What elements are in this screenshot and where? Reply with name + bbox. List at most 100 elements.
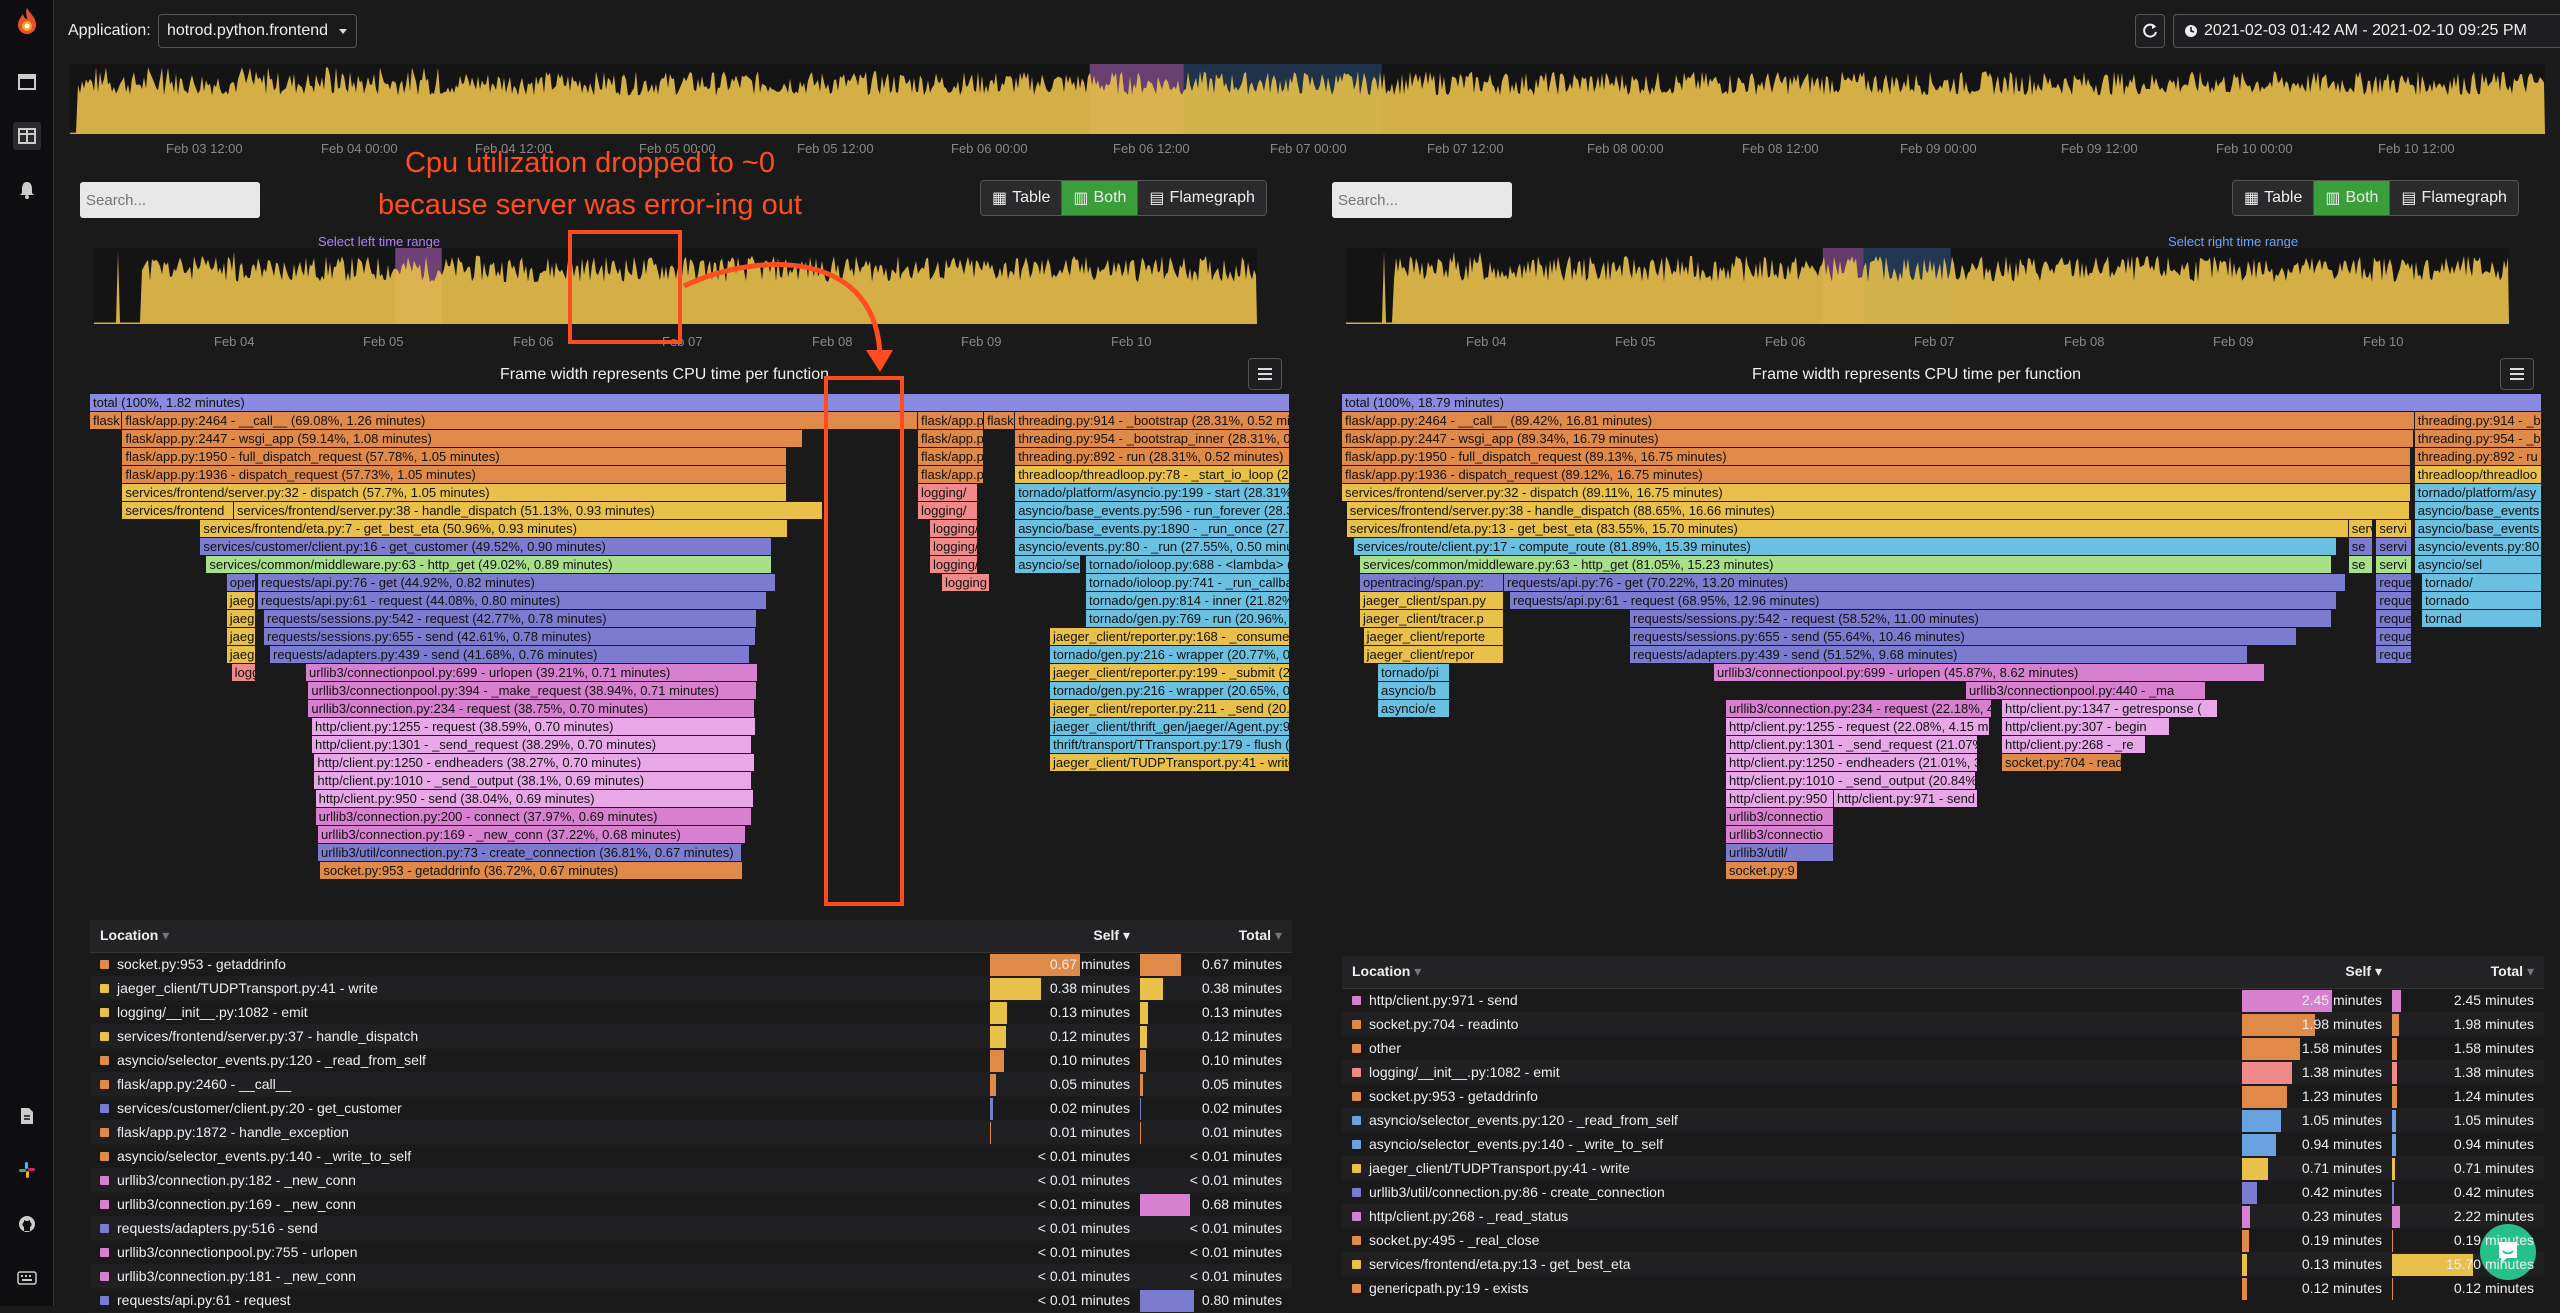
left-search-input[interactable] — [80, 182, 260, 218]
flame-frame[interactable]: logging — [942, 574, 990, 591]
flame-frame[interactable]: jaeg — [226, 628, 256, 645]
flame-frame[interactable]: services/frontend/server.py:32 - dispatc… — [1342, 484, 2412, 501]
right-table-button[interactable]: ▦ Table — [2233, 181, 2315, 215]
flame-frame[interactable]: reque — [2376, 646, 2413, 663]
table-row[interactable]: genericpath.py:19 - exists 0.12 minutes 0.… — [1342, 1276, 2544, 1301]
flame-frame[interactable]: jaeg — [226, 610, 256, 627]
flame-frame[interactable]: tornado/gen.py:216 - wrapper (20.77%, 0.… — [1050, 646, 1290, 663]
flame-frame[interactable]: services/route/client.py:17 - compute_ro… — [1354, 538, 2337, 555]
flame-frame[interactable]: logging/ — [918, 502, 978, 519]
document-icon[interactable] — [13, 1102, 41, 1130]
flame-frame[interactable]: flask/app.py — [918, 430, 984, 447]
total-header[interactable]: Total ▾ — [1140, 920, 1292, 953]
flame-frame[interactable]: threading.py:892 - ru — [2414, 448, 2542, 465]
flame-frame[interactable]: flask/app.py:2447 - wsgi_app (59.14%, 1.… — [122, 430, 803, 447]
flame-frame[interactable]: loggi — [231, 664, 256, 681]
flame-frame[interactable]: services/frontend/eta.py:7 - get_best_et… — [200, 520, 789, 537]
flame-frame[interactable]: threading.py:914 - _b — [2414, 412, 2542, 429]
flame-frame[interactable]: requests/adapters.py:439 - send (41.68%,… — [270, 646, 750, 663]
flame-frame[interactable]: http/client.py:1347 - getresponse ( — [2002, 700, 2218, 717]
flame-frame[interactable]: jaeger_client/reporter.py:168 - _consume… — [1050, 628, 1290, 645]
table-row[interactable]: urllib3/util/connection.py:86 - create_c… — [1342, 1180, 2544, 1205]
flame-frame[interactable]: asyncio/base_events.py:596 - run_forever… — [1015, 502, 1290, 519]
table-row[interactable]: services/frontend/eta.py:13 - get_best_e… — [1342, 1252, 2544, 1277]
flame-frame[interactable]: urllib3/connectionpool.py:699 - urlopen … — [1714, 664, 2265, 681]
table-row[interactable]: jaeger_client/TUDPTransport.py:41 - writ… — [90, 976, 1292, 1001]
left-menu-button[interactable] — [1248, 358, 1282, 390]
flame-frame[interactable]: servi — [2376, 538, 2413, 555]
flame-frame[interactable]: urllib3/connectionpool.py:394 - _make_re… — [308, 682, 758, 699]
keyboard-icon[interactable] — [13, 1264, 41, 1292]
flame-frame[interactable]: jaeger_client/repor — [1363, 646, 1504, 663]
flame-frame[interactable]: urllib3/util/connection.py:73 - create_c… — [318, 844, 742, 861]
main-timeline[interactable] — [70, 64, 2545, 138]
table-row[interactable]: http/client.py:268 - _read_status 0.23 mi… — [1342, 1204, 2544, 1229]
table-row[interactable]: asyncio/selector_events.py:140 - _write_… — [90, 1144, 1292, 1169]
flame-frame[interactable]: asyncio/events.py:80 - _run (27.55%, 0.5… — [1015, 538, 1290, 555]
github-icon[interactable] — [13, 1210, 41, 1238]
table-row[interactable]: flask/app.py:2460 - __call__ 0.05 minutes… — [90, 1072, 1292, 1097]
flame-frame[interactable]: asyncio/sel — [2414, 556, 2542, 573]
flame-frame[interactable]: asyncio/base_events — [2414, 502, 2542, 519]
flame-frame[interactable]: http/client.py:1250 - endheaders (21.01%… — [1726, 754, 1978, 771]
flame-frame[interactable]: flask/app.py:1950 - full_dispatch_reques… — [1342, 448, 2412, 465]
right-menu-button[interactable] — [2500, 358, 2534, 390]
flame-frame[interactable]: requests/adapters.py:439 - send (51.52%,… — [1630, 646, 2248, 663]
table-row[interactable]: socket.py:953 - getaddrinfo 1.23 minutes 1… — [1342, 1084, 2544, 1109]
flame-frame[interactable]: http/client.py:1010 - _send_output (20.8… — [1726, 772, 1976, 789]
flame-frame[interactable]: reque — [2376, 610, 2413, 627]
flame-frame[interactable]: servi — [2376, 520, 2413, 537]
right-both-button[interactable]: ▥ Both — [2314, 181, 2391, 215]
flame-frame[interactable]: total (100%, 18.79 minutes) — [1342, 394, 2542, 411]
flame-frame[interactable]: urllib3/connectio — [1726, 808, 1834, 825]
table-row[interactable]: requests/adapters.py:516 - send < 0.01 mi… — [90, 1216, 1292, 1241]
flame-frame[interactable]: http/client.py:1250 - endheaders (38.27%… — [314, 754, 755, 771]
table-row[interactable]: logging/__init__.py:1082 - emit 1.38 minu… — [1342, 1060, 2544, 1085]
table-row[interactable]: socket.py:704 - readinto 1.98 minutes 1.98… — [1342, 1012, 2544, 1037]
flame-frame[interactable]: http/client.py:971 - send — [1834, 790, 1978, 807]
flame-frame[interactable]: http/client.py:1301 - _send_request (21.… — [1726, 736, 1978, 753]
flame-frame[interactable]: http/client.py:950 - send (38.04%, 0.69 … — [315, 790, 754, 807]
flame-frame[interactable]: urllib3/connection.py:234 - request (38.… — [308, 700, 755, 717]
flame-frame[interactable]: requests/sessions.py:542 - request (58.5… — [1630, 610, 2332, 627]
grid-icon[interactable] — [13, 122, 41, 150]
flame-frame[interactable]: services/common/middleware.py:63 - http_… — [206, 556, 772, 573]
flame-frame[interactable]: flask/app.py — [918, 448, 984, 465]
table-row[interactable]: jaeger_client/TUDPTransport.py:41 - writ… — [1342, 1156, 2544, 1181]
flame-frame[interactable]: jaeg — [226, 592, 256, 609]
left-flamegraph-button[interactable]: ▤ Flamegraph — [1138, 181, 1266, 215]
flame-frame[interactable]: socket.py:953 - getaddrinfo (36.72%, 0.6… — [320, 862, 743, 879]
flame-frame[interactable]: thrift/transport/TTransport.py:179 - flu… — [1050, 736, 1290, 753]
table-row[interactable]: other 1.58 minutes 1.58 minutes — [1342, 1036, 2544, 1061]
location-header[interactable]: Location ▾ — [90, 920, 990, 953]
flame-frame[interactable]: http/client.py:1301 - _send_request (38.… — [312, 736, 753, 753]
table-row[interactable]: flask/app.py:1872 - handle_exception 0.01… — [90, 1120, 1292, 1145]
flame-frame[interactable]: tornado/platform/asyncio.py:199 - start … — [1015, 484, 1290, 501]
total-header[interactable]: Total ▾ — [2392, 956, 2544, 989]
flame-frame[interactable]: opentracing/span.py: — [1360, 574, 1504, 591]
flame-frame[interactable]: socket.py:704 - read — [2002, 754, 2122, 771]
flame-frame[interactable]: reque — [2376, 628, 2413, 645]
flame-frame[interactable]: flask/ — [984, 412, 1016, 429]
flame-frame[interactable]: asyncio/events.py:80 — [2414, 538, 2542, 555]
flame-frame[interactable]: socket.py:9 — [1726, 862, 1798, 879]
flame-frame[interactable]: servi — [2376, 556, 2413, 573]
flame-frame[interactable]: services/frontend/eta.py:13 - get_best_e… — [1346, 520, 2349, 537]
flame-frame[interactable]: flask/app.py:1936 - dispatch_request (57… — [122, 466, 788, 483]
flame-frame[interactable]: urllib3/util/ — [1726, 844, 1834, 861]
bell-icon[interactable] — [13, 176, 41, 204]
flame-frame[interactable]: flask/app.py:1950 - full_dispatch_reques… — [122, 448, 788, 465]
table-row[interactable]: services/frontend/server.py:37 - handle_… — [90, 1024, 1292, 1049]
flame-frame[interactable]: threading.py:954 - _b — [2414, 430, 2542, 447]
location-header[interactable]: Location ▾ — [1342, 956, 2242, 989]
table-row[interactable]: urllib3/connection.py:169 - _new_conn < 0… — [90, 1192, 1292, 1217]
table-row[interactable]: logging/__init__.py:1082 - emit 0.13 minu… — [90, 1000, 1292, 1025]
flame-frame[interactable]: services/common/middleware.py:63 - http_… — [1360, 556, 2332, 573]
flame-frame[interactable]: jaeger_client/TUDPTransport.py:41 - writ… — [1050, 754, 1290, 771]
left-mini-timeline[interactable] — [94, 248, 1257, 324]
flame-frame[interactable]: requests/sessions.py:655 - send (42.61%,… — [264, 628, 756, 645]
right-mini-timeline[interactable] — [1346, 248, 2509, 324]
flame-frame[interactable]: urllib3/connectionpool.py:440 - _ma — [1966, 682, 2206, 699]
flame-frame[interactable]: tornado/ioloop.py:688 - <lambda> (21.89%… — [1086, 556, 1290, 573]
flame-frame[interactable]: services/frontend/server.py:38 - handle_… — [234, 502, 824, 519]
